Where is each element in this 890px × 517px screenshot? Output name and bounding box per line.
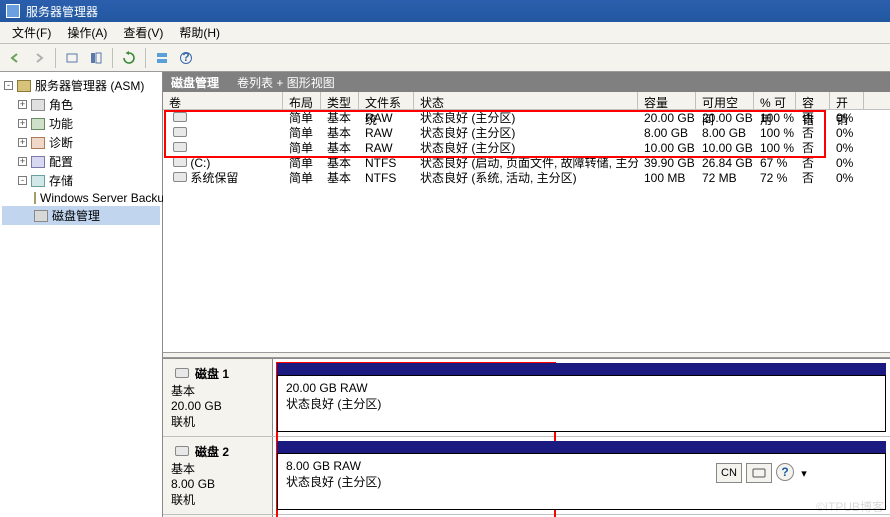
title-bar: 服务器管理器 bbox=[0, 0, 890, 22]
drive-icon bbox=[173, 142, 187, 152]
tree-panel: -服务器管理器 (ASM) +角色 +功能 +诊断 +配置 -存储 Window… bbox=[0, 72, 163, 517]
expand-icon[interactable]: + bbox=[18, 100, 27, 109]
tree-disk-management[interactable]: 磁盘管理 bbox=[2, 206, 160, 225]
app-icon bbox=[6, 4, 20, 18]
ime-menu-button[interactable]: ▾ bbox=[798, 463, 810, 483]
col-free[interactable]: 可用空间 bbox=[696, 92, 754, 109]
menu-action[interactable]: 操作(A) bbox=[59, 21, 115, 44]
refresh-button[interactable] bbox=[118, 47, 140, 69]
features-icon bbox=[31, 118, 45, 130]
col-capacity[interactable]: 容量 bbox=[638, 92, 696, 109]
panel-subtitle: 卷列表 + 图形视图 bbox=[237, 74, 335, 91]
view-options-button[interactable] bbox=[151, 47, 173, 69]
watermark: ©ITPUB博客 bbox=[816, 498, 884, 515]
tree-roles[interactable]: +角色 bbox=[2, 95, 160, 114]
col-pct[interactable]: % 可用 bbox=[754, 92, 796, 109]
menu-help[interactable]: 帮助(H) bbox=[171, 21, 228, 44]
volume-row[interactable]: (C:)简单基本NTFS状态良好 (启动, 页面文件, 故障转储, 主分区)39… bbox=[163, 155, 890, 170]
ime-status: CN ? ▾ bbox=[716, 463, 810, 483]
tree-storage[interactable]: -存储 bbox=[2, 171, 160, 190]
expand-icon[interactable]: + bbox=[18, 157, 27, 166]
drive-icon bbox=[173, 112, 187, 122]
forward-button[interactable] bbox=[28, 47, 50, 69]
ime-lang-button[interactable]: CN bbox=[716, 463, 742, 483]
collapse-icon[interactable]: - bbox=[18, 176, 27, 185]
menu-bar: 文件(F) 操作(A) 查看(V) 帮助(H) bbox=[0, 22, 890, 44]
volume-list-header: 卷 布局 类型 文件系统 状态 容量 可用空间 % 可用 容错 开销 bbox=[163, 92, 890, 110]
ime-keyboard-button[interactable] bbox=[746, 463, 772, 483]
partition-stripe bbox=[277, 363, 886, 375]
diag-icon bbox=[31, 137, 45, 149]
col-fs[interactable]: 文件系统 bbox=[359, 92, 414, 109]
separator bbox=[112, 48, 113, 68]
back-button[interactable] bbox=[4, 47, 26, 69]
expand-icon[interactable]: + bbox=[18, 119, 27, 128]
col-type[interactable]: 类型 bbox=[321, 92, 359, 109]
separator bbox=[55, 48, 56, 68]
graphical-view: 磁盘 1基本20.00 GB联机20.00 GB RAW状态良好 (主分区)磁盘… bbox=[163, 358, 890, 517]
svg-text:?: ? bbox=[182, 51, 189, 64]
col-status[interactable]: 状态 bbox=[414, 92, 638, 109]
disk-icon bbox=[175, 368, 189, 378]
backup-icon bbox=[34, 192, 36, 204]
separator bbox=[145, 48, 146, 68]
disk-row: 磁盘 1基本20.00 GB联机20.00 GB RAW状态良好 (主分区) bbox=[163, 359, 890, 437]
menu-file[interactable]: 文件(F) bbox=[4, 21, 59, 44]
volume-row[interactable]: 简单基本RAW状态良好 (主分区)8.00 GB8.00 GB100 %否0% bbox=[163, 125, 890, 140]
config-icon bbox=[31, 156, 45, 168]
volume-row[interactable]: 简单基本RAW状态良好 (主分区)20.00 GB20.00 GB100 %否0… bbox=[163, 110, 890, 125]
tool-bar: ? bbox=[0, 44, 890, 72]
tree-root[interactable]: -服务器管理器 (ASM) bbox=[2, 76, 160, 95]
col-volume[interactable]: 卷 bbox=[163, 92, 283, 109]
partition-stripe bbox=[277, 441, 886, 453]
col-layout[interactable]: 布局 bbox=[283, 92, 321, 109]
menu-view[interactable]: 查看(V) bbox=[115, 21, 171, 44]
panel-header: 磁盘管理 卷列表 + 图形视图 bbox=[163, 72, 890, 92]
volume-row[interactable]: 简单基本RAW状态良好 (主分区)10.00 GB10.00 GB100 %否0… bbox=[163, 140, 890, 155]
disk-icon bbox=[175, 446, 189, 456]
disk-icon bbox=[34, 210, 48, 222]
app-title: 服务器管理器 bbox=[26, 3, 98, 20]
panel-title: 磁盘管理 bbox=[171, 74, 219, 91]
volume-list: 简单基本RAW状态良好 (主分区)20.00 GB20.00 GB100 %否0… bbox=[163, 110, 890, 193]
disk-label[interactable]: 磁盘 1基本20.00 GB联机 bbox=[163, 359, 273, 436]
storage-icon bbox=[31, 175, 45, 187]
expand-icon[interactable]: + bbox=[18, 138, 27, 147]
ime-help-button[interactable]: ? bbox=[776, 463, 794, 481]
col-fault[interactable]: 容错 bbox=[796, 92, 830, 109]
tool-btn-1[interactable] bbox=[61, 47, 83, 69]
tree-features[interactable]: +功能 bbox=[2, 114, 160, 133]
collapse-icon[interactable]: - bbox=[4, 81, 13, 90]
drive-icon bbox=[173, 127, 187, 137]
server-icon bbox=[17, 80, 31, 92]
tree-backup[interactable]: Windows Server Backup bbox=[2, 190, 160, 206]
tree-diagnostics[interactable]: +诊断 bbox=[2, 133, 160, 152]
drive-icon bbox=[173, 172, 187, 182]
disk-label[interactable]: 磁盘 2基本8.00 GB联机 bbox=[163, 437, 273, 514]
tool-btn-2[interactable] bbox=[85, 47, 107, 69]
disk-partition-bar: 20.00 GB RAW状态良好 (主分区) bbox=[273, 359, 890, 436]
help-button[interactable]: ? bbox=[175, 47, 197, 69]
col-overhead[interactable]: 开销 bbox=[830, 92, 864, 109]
partition-box[interactable]: 20.00 GB RAW状态良好 (主分区) bbox=[277, 375, 886, 432]
volume-row[interactable]: 系统保留简单基本NTFS状态良好 (系统, 活动, 主分区)100 MB72 M… bbox=[163, 170, 890, 185]
tree-config[interactable]: +配置 bbox=[2, 152, 160, 171]
roles-icon bbox=[31, 99, 45, 111]
drive-icon bbox=[173, 157, 187, 167]
